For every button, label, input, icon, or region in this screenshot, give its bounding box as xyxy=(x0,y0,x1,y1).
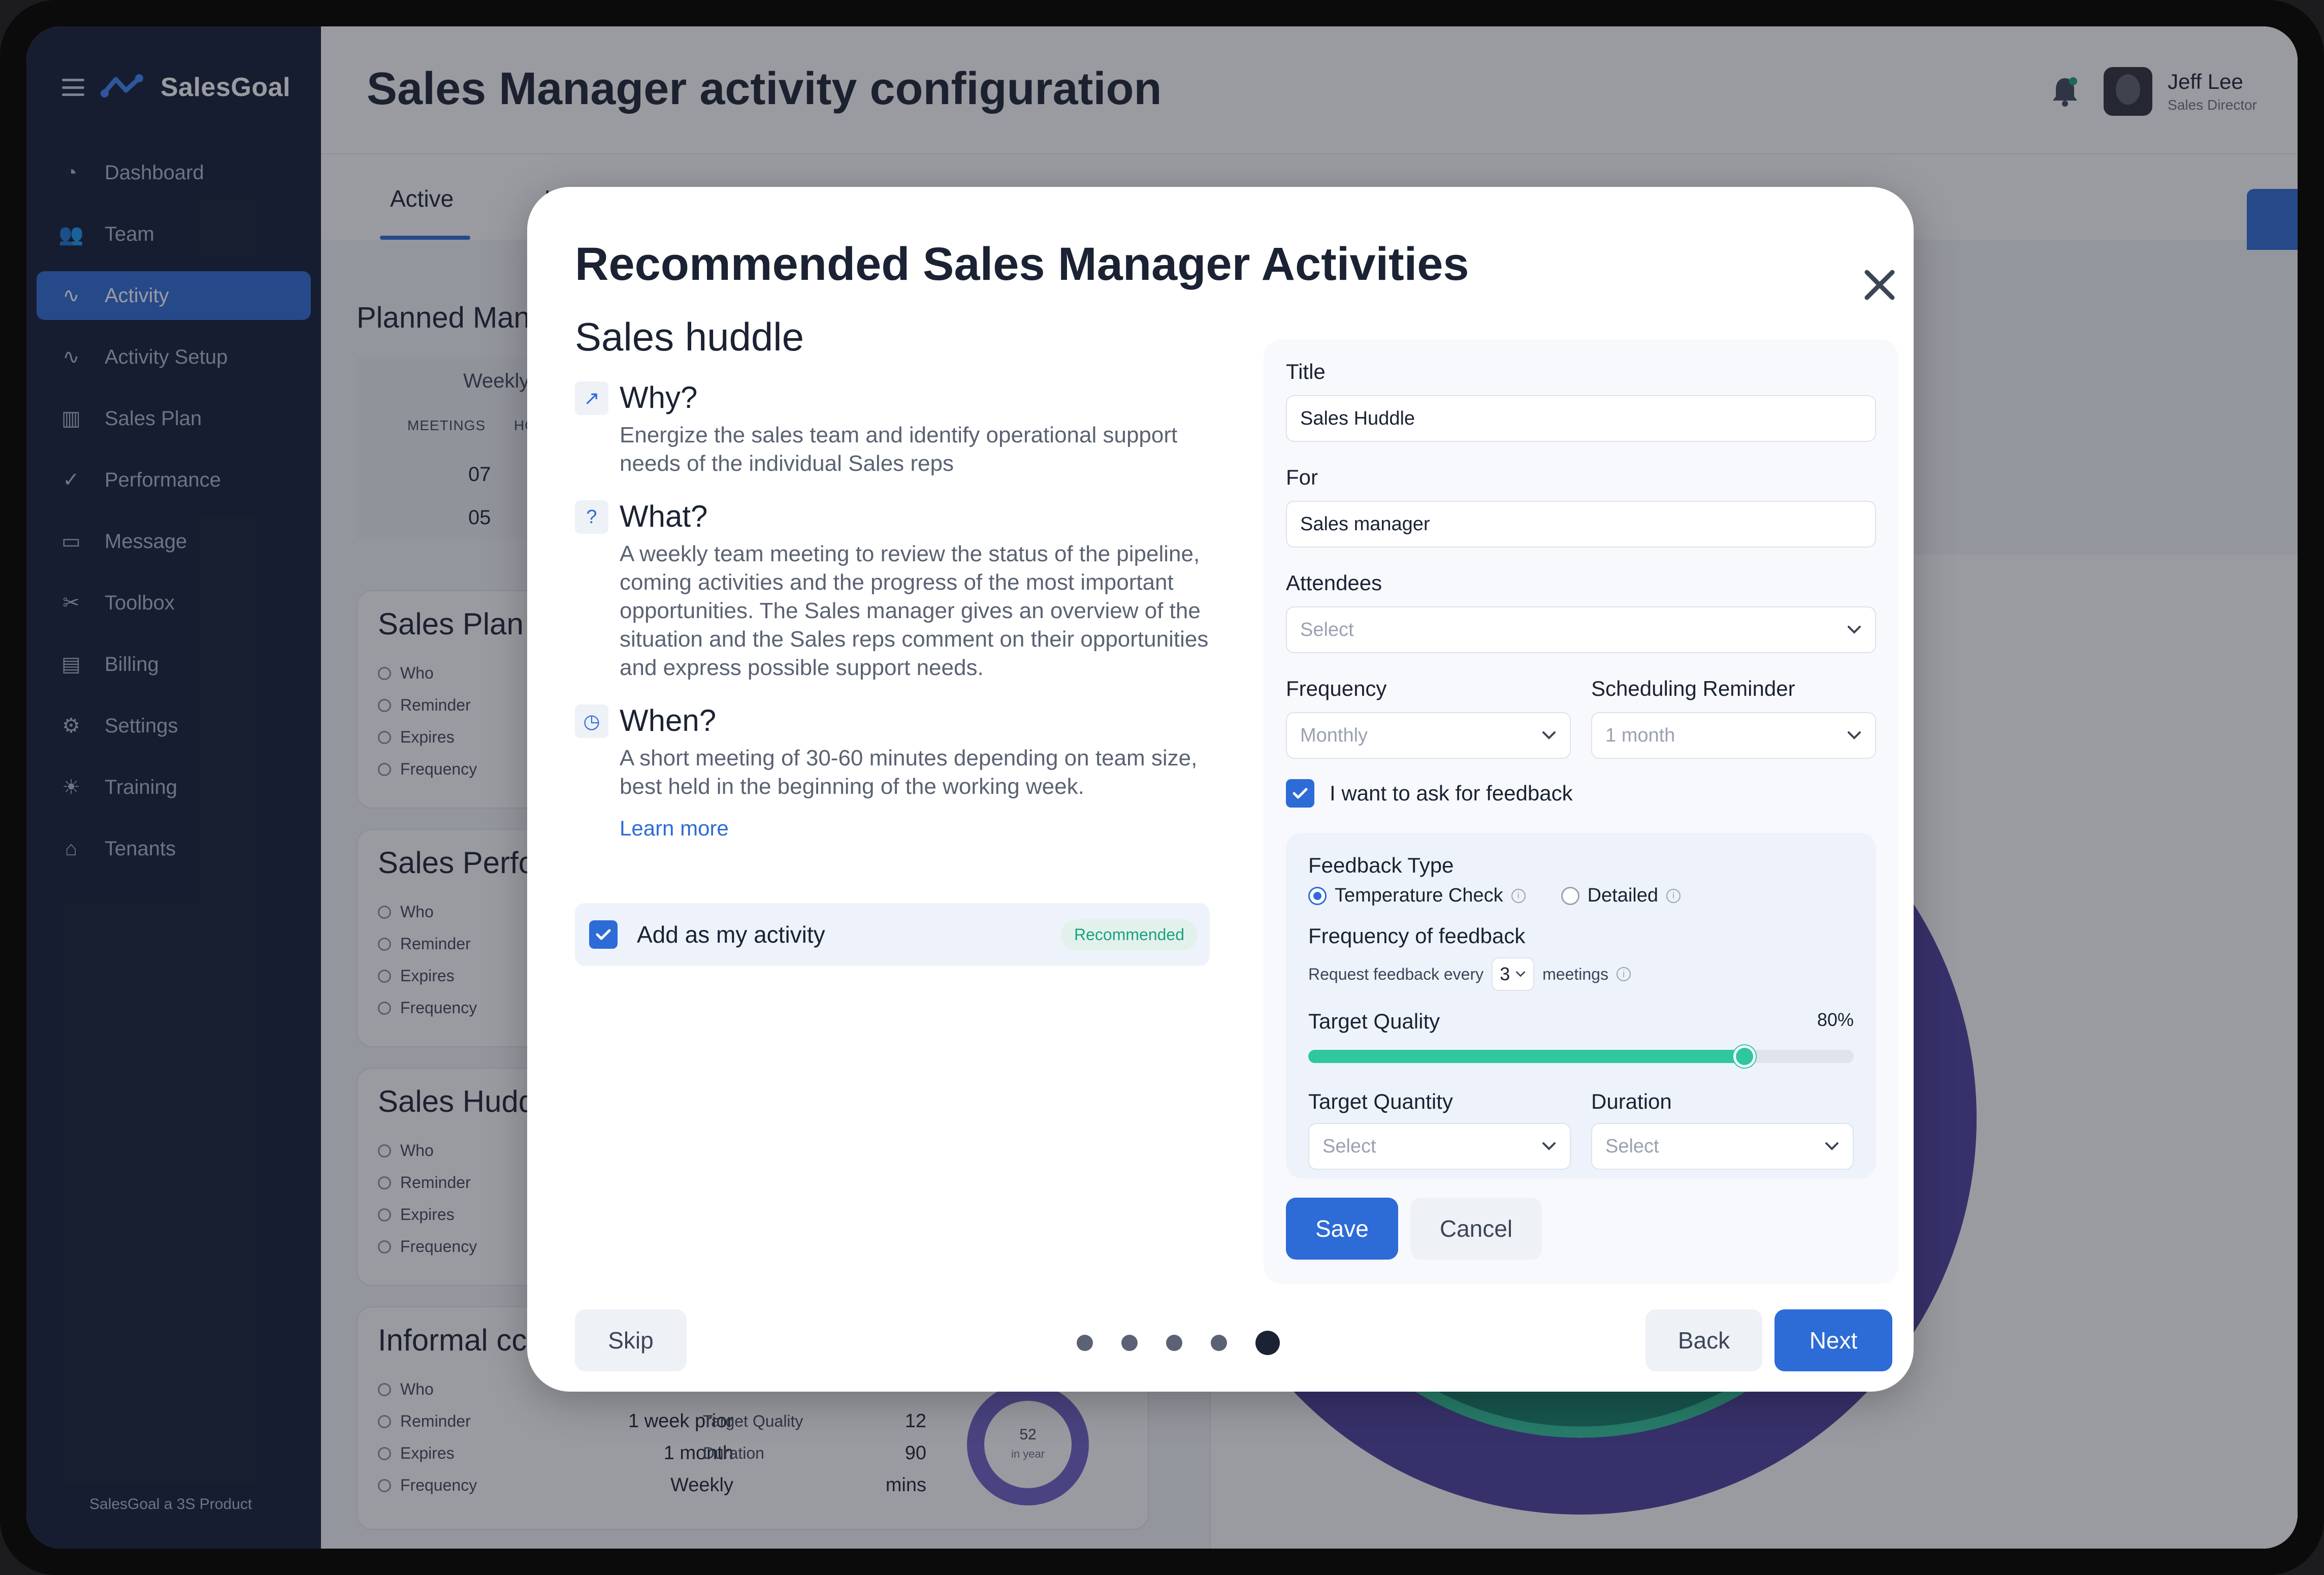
section-title: What? xyxy=(620,499,708,533)
step-indicator xyxy=(1077,1331,1280,1355)
activity-form: Title Sales Huddle For Sales manager Att… xyxy=(1264,339,1898,1284)
what-section: ? What? A weekly team meeting to review … xyxy=(575,498,1210,682)
chevron-down-icon xyxy=(1542,1142,1556,1150)
cancel-button[interactable]: Cancel xyxy=(1410,1198,1542,1260)
feedback-type-radios: Temperature Check i Detailed i xyxy=(1308,885,1854,907)
checkmark-icon xyxy=(596,929,611,940)
skip-button[interactable]: Skip xyxy=(575,1309,687,1371)
activity-description: Sales huddle ↗ Why? Energize the sales t… xyxy=(575,314,1210,861)
add-activity-row[interactable]: Add as my activity Recommended xyxy=(575,903,1210,966)
frequency-label: Frequency xyxy=(1286,677,1387,700)
next-button[interactable]: Next xyxy=(1774,1309,1892,1371)
section-text: A weekly team meeting to review the stat… xyxy=(620,541,1209,680)
form-actions: Save Cancel xyxy=(1286,1198,1542,1260)
save-button[interactable]: Save xyxy=(1286,1198,1398,1260)
feedback-frequency-label: Frequency of feedback xyxy=(1308,924,1526,948)
section-title: Why? xyxy=(620,380,698,414)
target-quality-row: Target Quality 80% xyxy=(1308,1009,1854,1034)
reminder-select[interactable]: 1 month xyxy=(1591,712,1876,759)
info-icon[interactable]: i xyxy=(1666,888,1681,903)
target-quantity-select[interactable]: Select xyxy=(1308,1123,1571,1170)
feedback-frequency-row: Request feedback every 3 meetings i xyxy=(1308,957,1854,991)
attendees-group: Attendees Select xyxy=(1286,571,1876,653)
for-label: For xyxy=(1286,465,1318,489)
chevron-down-icon xyxy=(1848,731,1861,740)
device-frame: SalesGoal ◔ Dashboard 👥 Team ∿ Activity ∿ Activ… xyxy=(0,0,2324,1575)
step-dot[interactable] xyxy=(1211,1335,1227,1351)
step-dot[interactable] xyxy=(1077,1335,1093,1351)
feedback-toggle-row[interactable]: I want to ask for feedback xyxy=(1286,779,1876,808)
info-icon[interactable]: i xyxy=(1511,888,1526,903)
learn-more-link[interactable]: Learn more xyxy=(620,816,729,841)
target-quality-slider[interactable] xyxy=(1308,1045,1854,1068)
add-activity-checkbox[interactable] xyxy=(589,920,618,949)
clock-icon: ◷ xyxy=(575,704,608,738)
info-icon[interactable]: i xyxy=(1616,967,1631,981)
feedback-type-label: Feedback Type xyxy=(1308,853,1454,877)
activity-name: Sales huddle xyxy=(575,314,804,359)
title-group: Title Sales Huddle xyxy=(1286,360,1876,442)
chevron-down-icon xyxy=(1516,971,1526,977)
checkmark-icon xyxy=(1293,788,1308,799)
chevron-down-icon xyxy=(1848,626,1861,634)
radio-selected-icon xyxy=(1308,886,1327,905)
feedback-checkbox[interactable] xyxy=(1286,779,1314,808)
for-input[interactable]: Sales manager xyxy=(1286,501,1876,548)
radio-unselected-icon xyxy=(1561,886,1579,905)
chevron-down-icon xyxy=(1825,1142,1838,1150)
title-label: Title xyxy=(1286,360,1326,383)
step-dot[interactable] xyxy=(1166,1335,1182,1351)
modal-title: Recommended Sales Manager Activities xyxy=(575,238,1469,290)
slider-fill xyxy=(1308,1050,1745,1063)
feedback-settings: Feedback Type Temperature Check i Detail… xyxy=(1286,833,1876,1178)
for-group: For Sales manager xyxy=(1286,465,1876,548)
recommended-activities-modal: Recommended Sales Manager Activities Sal… xyxy=(527,187,1914,1392)
section-text: Energize the sales team and identify ope… xyxy=(620,423,1178,476)
attendees-select[interactable]: Select xyxy=(1286,606,1876,653)
question-icon: ? xyxy=(575,500,608,534)
frequency-select[interactable]: Monthly xyxy=(1286,712,1571,759)
add-activity-label: Add as my activity xyxy=(637,921,825,948)
target-quality-label: Target Quality xyxy=(1308,1009,1440,1033)
when-section: ◷ When? A short meeting of 30-60 minutes… xyxy=(575,702,1210,841)
duration-label: Duration xyxy=(1591,1089,1672,1113)
frequency-row: Frequency Monthly Scheduling Reminder 1 … xyxy=(1286,677,1876,759)
close-icon[interactable] xyxy=(1863,268,1896,302)
why-section: ↗ Why? Energize the sales team and ident… xyxy=(575,379,1210,478)
attendees-label: Attendees xyxy=(1286,571,1382,595)
radio-detailed[interactable]: Detailed i xyxy=(1561,885,1681,907)
target-quantity-label: Target Quantity xyxy=(1308,1089,1453,1113)
slider-handle[interactable] xyxy=(1733,1045,1756,1068)
screen: SalesGoal ◔ Dashboard 👥 Team ∿ Activity ∿ Activ… xyxy=(26,26,2298,1549)
reminder-label: Scheduling Reminder xyxy=(1591,677,1795,700)
step-dot[interactable] xyxy=(1121,1335,1138,1351)
step-dot[interactable] xyxy=(1255,1331,1280,1355)
duration-select[interactable]: Select xyxy=(1591,1123,1854,1170)
back-button[interactable]: Back xyxy=(1645,1309,1762,1371)
feedback-frequency-select[interactable]: 3 xyxy=(1492,957,1535,991)
title-input[interactable]: Sales Huddle xyxy=(1286,395,1876,442)
target-quality-value: 80% xyxy=(1817,1009,1854,1030)
trend-icon: ↗ xyxy=(575,381,608,415)
chevron-down-icon xyxy=(1542,731,1556,740)
recommended-badge: Recommended xyxy=(1061,919,1198,950)
section-title: When? xyxy=(620,703,717,737)
section-text: A short meeting of 30-60 minutes dependi… xyxy=(620,746,1198,799)
quantity-duration-row: Target Quantity Select Duration Select xyxy=(1308,1089,1854,1170)
feedback-label: I want to ask for feedback xyxy=(1330,781,1573,805)
radio-temperature-check[interactable]: Temperature Check i xyxy=(1308,885,1526,907)
